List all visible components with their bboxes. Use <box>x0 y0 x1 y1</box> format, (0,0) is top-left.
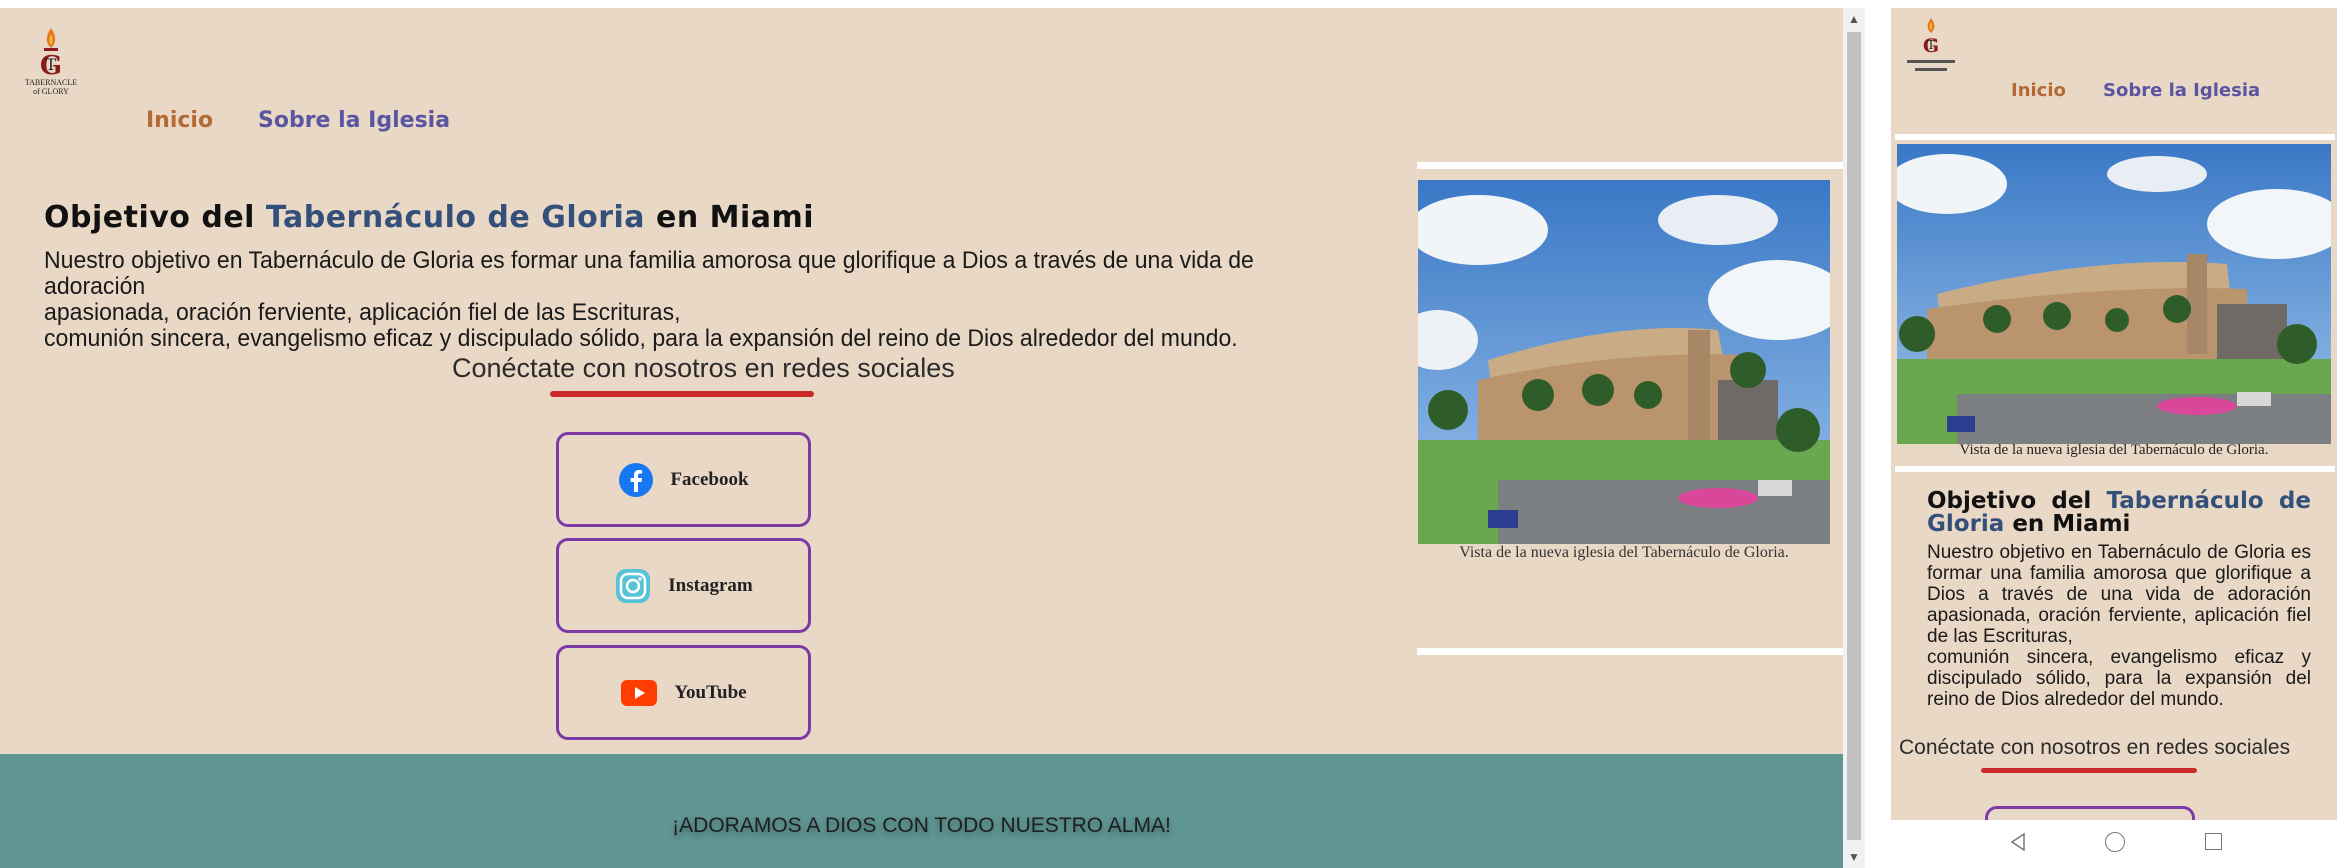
social-heading-underline <box>550 391 814 397</box>
mobile-church-logo[interactable]: G T <box>1901 16 1961 78</box>
footer-banner: ¡ADORAMOS A DIOS CON TODO NUESTRO ALMA! <box>0 754 1843 868</box>
mobile-objective-paragraph: Nuestro objetivo en Tabernáculo de Glori… <box>1927 542 2311 710</box>
title-prefix: Objetivo del <box>44 200 266 235</box>
scrollbar-thumb[interactable] <box>1847 32 1861 840</box>
social-heading: Conéctate con nosotros en redes sociales <box>452 353 955 383</box>
church-logo[interactable]: G T <box>10 24 92 110</box>
image-caption: Vista de la nueva iglesia del Tabernácul… <box>1459 544 1789 561</box>
svg-text:T: T <box>46 55 57 74</box>
facebook-label: Facebook <box>670 468 749 490</box>
home-icon[interactable] <box>2105 832 2125 852</box>
logo-line-2: of GLORY <box>33 87 69 96</box>
church-building-image <box>1418 180 1830 544</box>
desktop-scrollbar[interactable]: ▲ ▼ <box>1843 8 1865 868</box>
mobile-social-heading: Conéctate con nosotros en redes sociales <box>1899 736 2291 759</box>
android-navigation-bar <box>1891 820 2337 868</box>
scroll-down-arrow-icon[interactable]: ▼ <box>1848 850 1860 864</box>
scroll-up-arrow-icon[interactable]: ▲ <box>1848 12 1860 26</box>
mobile-nav-link-sobre-la-iglesia[interactable]: Sobre la Iglesia <box>2103 80 2260 101</box>
desktop-page: G T TABERNACLE of GLORY Inicio Sobre la … <box>0 8 1843 868</box>
youtube-button[interactable]: YouTube <box>556 645 811 740</box>
mobile-facebook-button[interactable] <box>1985 806 2195 820</box>
objective-line-3: comunión sincera, evangelismo eficaz y d… <box>44 325 1238 352</box>
image-frame-top <box>1417 162 1843 169</box>
logo-line-1: TABERNACLE <box>24 78 78 87</box>
mobile-image-caption: Vista de la nueva iglesia del Tabernácul… <box>1959 442 2269 458</box>
nav-link-inicio[interactable]: Inicio <box>146 108 213 133</box>
instagram-label: Instagram <box>668 574 753 596</box>
title-highlight: Tabernáculo de Gloria <box>265 200 646 235</box>
svg-text:T: T <box>1927 38 1935 52</box>
instagram-icon <box>616 568 651 603</box>
mobile-image-frame-top <box>1895 134 2335 140</box>
youtube-icon <box>621 679 658 706</box>
mobile-page: G T Inicio Sobre la Iglesia Vista de la … <box>1891 8 2337 820</box>
title-suffix: en Miami <box>645 200 815 235</box>
objective-line-1: Nuestro objetivo en Tabernáculo de Glori… <box>44 247 1254 300</box>
recent-apps-icon[interactable] <box>2205 833 2222 850</box>
image-frame-bottom <box>1417 648 1843 655</box>
mobile-image-frame-bottom <box>1895 466 2335 472</box>
instagram-button[interactable]: Instagram <box>556 538 811 633</box>
youtube-label: YouTube <box>674 681 747 703</box>
mobile-objective-line-1: Nuestro objetivo en Tabernáculo de Glori… <box>1927 542 2311 647</box>
mobile-social-heading-underline <box>1981 768 2197 773</box>
mobile-nav-link-inicio[interactable]: Inicio <box>2011 80 2066 101</box>
objective-paragraph: Nuestro objetivo en Tabernáculo de Glori… <box>44 248 1330 352</box>
facebook-button[interactable]: Facebook <box>556 432 811 527</box>
logo-text: TABERNACLE of GLORY <box>12 78 90 96</box>
mobile-title-suffix: en Miami <box>2004 511 2131 537</box>
mobile-church-building-image <box>1897 144 2331 444</box>
footer-slogan: ¡ADORAMOS A DIOS CON TODO NUESTRO ALMA! <box>672 814 1171 837</box>
mobile-objective-line-2: comunión sincera, evangelismo eficaz y d… <box>1927 647 2311 710</box>
mobile-page-title: Objetivo del Tabernáculo de Gloria en Mi… <box>1927 490 2311 536</box>
page-title: Objetivo del Tabernáculo de Gloria en Mi… <box>44 200 814 235</box>
back-icon[interactable] <box>2009 832 2029 852</box>
screen-root: G T TABERNACLE of GLORY Inicio Sobre la … <box>0 0 2344 868</box>
nav-link-sobre-la-iglesia[interactable]: Sobre la Iglesia <box>258 108 450 133</box>
objective-line-2: apasionada, oración ferviente, aplicació… <box>44 299 681 326</box>
facebook-icon <box>619 462 654 497</box>
